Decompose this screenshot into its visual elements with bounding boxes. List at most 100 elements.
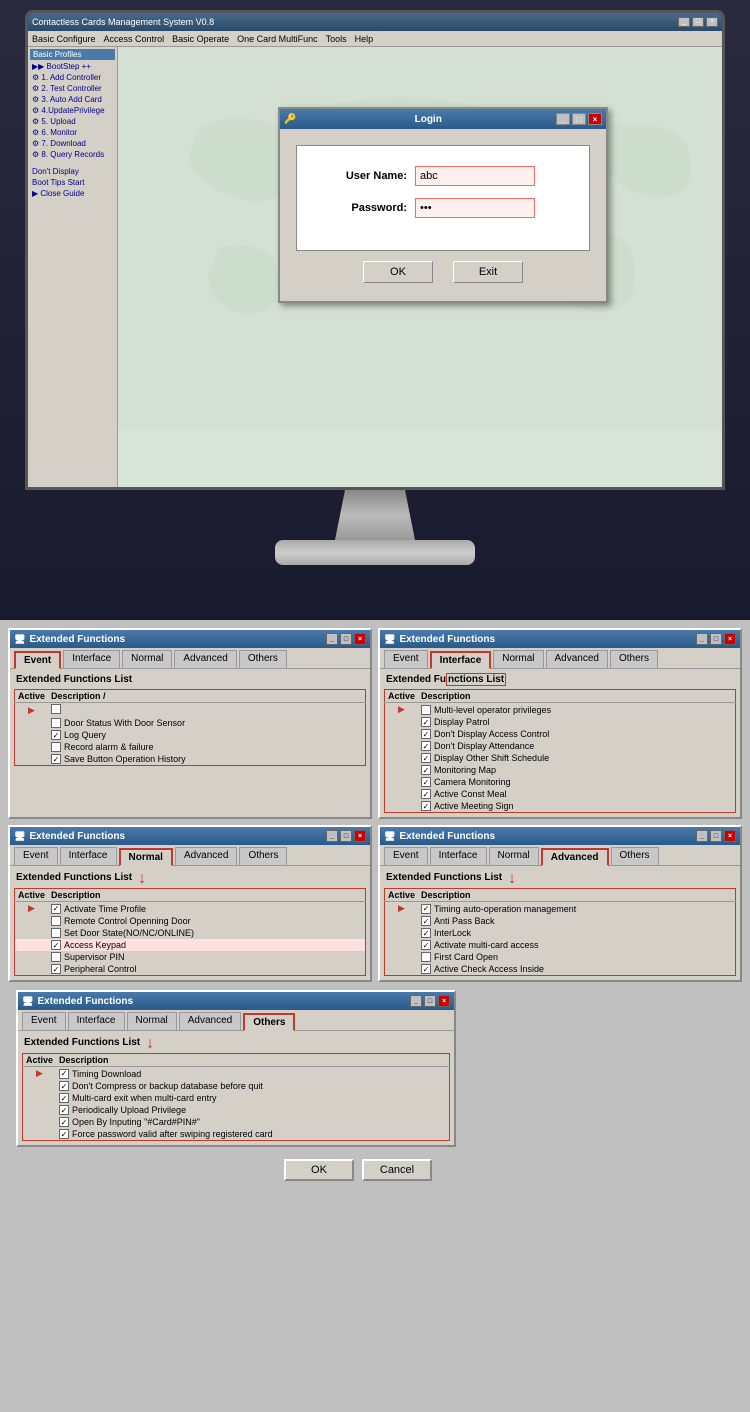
checkbox[interactable] <box>51 754 61 764</box>
panel2-tab-others[interactable]: Others <box>610 650 658 668</box>
sidebar-query-records[interactable]: ⚙ 8. Query Records <box>30 149 115 160</box>
monitor-minimize-btn[interactable]: _ <box>678 17 690 27</box>
checkbox[interactable] <box>51 742 61 752</box>
panel1-maximize[interactable]: □ <box>340 633 352 645</box>
panel3-tab-normal[interactable]: Normal <box>119 848 173 866</box>
panel1-minimize[interactable]: _ <box>326 633 338 645</box>
checkbox[interactable] <box>59 1117 69 1127</box>
panel5-close[interactable]: × <box>438 995 450 1007</box>
checkbox[interactable] <box>421 789 431 799</box>
checkbox[interactable] <box>59 1129 69 1139</box>
panel3-close[interactable]: × <box>354 830 366 842</box>
panel2-maximize[interactable]: □ <box>710 633 722 645</box>
sidebar-dont-display[interactable]: Don't Display <box>30 166 115 177</box>
panel3-tab-advanced[interactable]: Advanced <box>175 847 237 865</box>
menu-help[interactable]: Help <box>355 34 374 44</box>
panel4-tab-others[interactable]: Others <box>611 847 659 865</box>
monitor-close-btn[interactable]: × <box>706 17 718 27</box>
checkbox[interactable] <box>421 717 431 727</box>
menu-tools[interactable]: Tools <box>326 34 347 44</box>
panel1-tab-event[interactable]: Event <box>14 651 61 669</box>
panel3-tab-interface[interactable]: Interface <box>60 847 117 865</box>
login-maximize-btn[interactable]: □ <box>572 113 586 125</box>
checkbox[interactable] <box>51 730 61 740</box>
menu-basic-configure[interactable]: Basic Configure <box>32 34 96 44</box>
sidebar-bootstep[interactable]: ▶▶ BootStep ++ <box>30 61 115 72</box>
panel5-tab-others[interactable]: Others <box>243 1013 295 1031</box>
checkbox[interactable] <box>421 765 431 775</box>
panel1-tab-interface[interactable]: Interface <box>63 650 120 668</box>
checkbox[interactable] <box>51 904 61 914</box>
checkbox[interactable] <box>421 940 431 950</box>
checkbox[interactable] <box>51 916 61 926</box>
menu-access-control[interactable]: Access Control <box>104 34 165 44</box>
sidebar-auto-add-card[interactable]: ⚙ 3. Auto Add Card <box>30 94 115 105</box>
checkbox[interactable] <box>59 1081 69 1091</box>
checkbox[interactable] <box>421 729 431 739</box>
sidebar-upload[interactable]: ⚙ 5. Upload <box>30 116 115 127</box>
panel3-tab-others[interactable]: Others <box>239 847 287 865</box>
panel2-minimize[interactable]: _ <box>696 633 708 645</box>
panel2-tab-normal[interactable]: Normal <box>493 650 543 668</box>
monitor-maximize-btn[interactable]: □ <box>692 17 704 27</box>
panel2-tab-advanced[interactable]: Advanced <box>546 650 608 668</box>
menu-basic-operate[interactable]: Basic Operate <box>172 34 229 44</box>
login-ok-button[interactable]: OK <box>363 261 433 283</box>
sidebar-update-privilege[interactable]: ⚙ 4.UpdatePrivilege <box>30 105 115 116</box>
checkbox[interactable] <box>421 928 431 938</box>
sidebar-close-guide[interactable]: ▶ Close Guide <box>30 188 115 199</box>
ok-button[interactable]: OK <box>284 1159 354 1181</box>
panel2-tab-event[interactable]: Event <box>384 650 428 668</box>
panel4-tab-event[interactable]: Event <box>384 847 428 865</box>
panel4-close[interactable]: × <box>724 830 736 842</box>
checkbox[interactable] <box>51 718 61 728</box>
checkbox[interactable] <box>51 964 61 974</box>
username-input[interactable] <box>415 166 535 186</box>
panel1-tab-advanced[interactable]: Advanced <box>174 650 236 668</box>
login-minimize-btn[interactable]: _ <box>556 113 570 125</box>
sidebar-boot-tips[interactable]: Boot Tips Start <box>30 177 115 188</box>
panel1-tab-normal[interactable]: Normal <box>122 650 172 668</box>
panel5-maximize[interactable]: □ <box>424 995 436 1007</box>
sidebar-test-controller[interactable]: ⚙ 2. Test Controller <box>30 83 115 94</box>
panel5-tab-normal[interactable]: Normal <box>127 1012 177 1030</box>
panel1-close[interactable]: × <box>354 633 366 645</box>
login-exit-button[interactable]: Exit <box>453 261 523 283</box>
panel4-minimize[interactable]: _ <box>696 830 708 842</box>
panel5-tab-advanced[interactable]: Advanced <box>179 1012 241 1030</box>
checkbox[interactable] <box>59 1093 69 1103</box>
checkbox[interactable] <box>421 777 431 787</box>
panel2-close[interactable]: × <box>724 633 736 645</box>
checkbox[interactable] <box>421 705 431 715</box>
sidebar-download[interactable]: ⚙ 7. Download <box>30 138 115 149</box>
panel4-tab-interface[interactable]: Interface <box>430 847 487 865</box>
checkbox[interactable] <box>59 1069 69 1079</box>
checkbox[interactable] <box>59 1105 69 1115</box>
panel1-tab-others[interactable]: Others <box>239 650 287 668</box>
checkbox[interactable] <box>421 904 431 914</box>
checkbox[interactable] <box>51 928 61 938</box>
panel3-tab-event[interactable]: Event <box>14 847 58 865</box>
checkbox[interactable] <box>421 801 431 811</box>
panel4-tab-normal[interactable]: Normal <box>489 847 539 865</box>
checkbox[interactable] <box>421 952 431 962</box>
panel3-maximize[interactable]: □ <box>340 830 352 842</box>
login-close-btn[interactable]: × <box>588 113 602 125</box>
panel5-tab-event[interactable]: Event <box>22 1012 66 1030</box>
panel4-maximize[interactable]: □ <box>710 830 722 842</box>
checkbox[interactable] <box>51 940 61 950</box>
panel3-minimize[interactable]: _ <box>326 830 338 842</box>
panel5-minimize[interactable]: _ <box>410 995 422 1007</box>
panel4-tab-advanced[interactable]: Advanced <box>541 848 609 866</box>
checkbox[interactable] <box>51 704 61 714</box>
checkbox[interactable] <box>421 753 431 763</box>
checkbox[interactable] <box>421 741 431 751</box>
menu-one-card[interactable]: One Card MultiFunc <box>237 34 318 44</box>
cancel-button[interactable]: Cancel <box>362 1159 432 1181</box>
checkbox[interactable] <box>421 964 431 974</box>
sidebar-monitor[interactable]: ⚙ 6. Monitor <box>30 127 115 138</box>
panel2-tab-interface[interactable]: Interface <box>430 651 492 669</box>
checkbox[interactable] <box>51 952 61 962</box>
sidebar-add-controller[interactable]: ⚙ 1. Add Controller <box>30 72 115 83</box>
panel5-tab-interface[interactable]: Interface <box>68 1012 125 1030</box>
